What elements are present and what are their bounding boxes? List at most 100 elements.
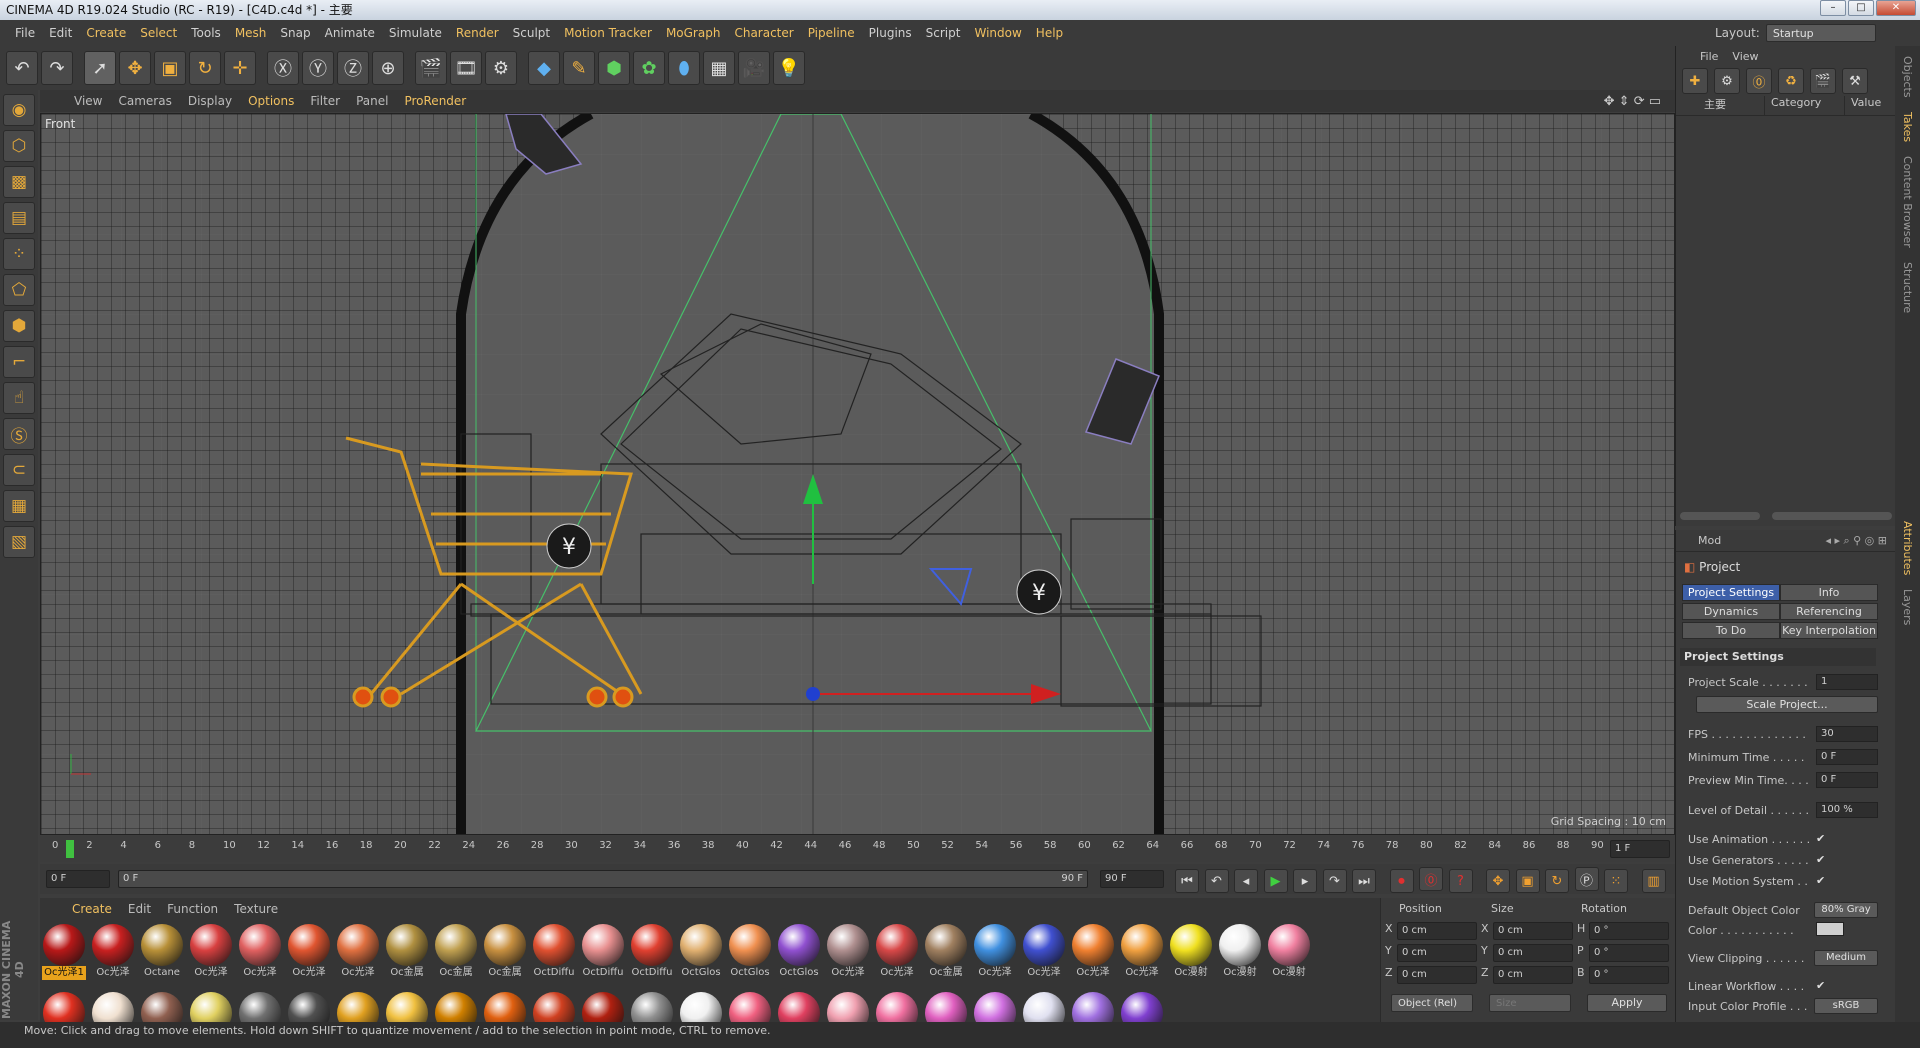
material-swatch[interactable] xyxy=(630,992,674,1022)
side-tab-content-browser[interactable]: Content Browser xyxy=(1901,152,1914,252)
minimize-button[interactable]: – xyxy=(1820,0,1846,16)
use-animation-checkbox[interactable]: ✔ xyxy=(1816,832,1825,845)
material-swatch[interactable]: Oc光泽1 xyxy=(42,924,86,980)
take-settings-icon[interactable]: ⚒ xyxy=(1842,68,1868,94)
material-swatch[interactable]: OctDiffu xyxy=(532,924,576,980)
menu-plugins[interactable]: Plugins xyxy=(862,26,919,40)
take-render-icon[interactable]: 🎬 xyxy=(1810,68,1836,94)
edges-mode-icon[interactable]: ⬠ xyxy=(3,274,35,306)
model-mode-icon[interactable]: ⬡ xyxy=(3,130,35,162)
material-swatch[interactable]: OctGlos xyxy=(777,924,821,980)
menu-create[interactable]: Create xyxy=(79,26,133,40)
tab-referencing[interactable]: Referencing xyxy=(1780,603,1878,620)
z-axis-icon[interactable]: Ⓩ xyxy=(337,51,369,85)
material-swatch[interactable]: Oc光泽 xyxy=(238,924,282,980)
live-selection-icon[interactable]: ➚ xyxy=(84,51,116,85)
redo-icon[interactable]: ↷ xyxy=(41,51,73,85)
use-motion-checkbox[interactable]: ✔ xyxy=(1816,874,1825,887)
next-frame-icon[interactable]: ▸ xyxy=(1293,869,1317,893)
close-button[interactable]: ✕ xyxy=(1876,0,1916,16)
prev-frame-icon[interactable]: ◂ xyxy=(1234,869,1258,893)
render-picture-viewer-icon[interactable]: 🎞 xyxy=(450,51,482,85)
material-swatch[interactable]: Oc光泽 xyxy=(826,924,870,980)
goto-start-icon[interactable]: ⏮ xyxy=(1175,869,1199,893)
tab-info[interactable]: Info xyxy=(1780,584,1878,601)
material-swatch[interactable] xyxy=(140,992,184,1022)
menu-tools[interactable]: Tools xyxy=(184,26,228,40)
prev-key-icon[interactable]: ↶ xyxy=(1204,869,1229,893)
tab-to-do[interactable]: To Do xyxy=(1682,622,1780,639)
material-swatch[interactable] xyxy=(287,992,331,1022)
maximize-button[interactable]: □ xyxy=(1848,0,1874,16)
render-view-icon[interactable]: 🎬 xyxy=(415,51,447,85)
menu-character[interactable]: Character xyxy=(727,26,800,40)
material-swatch[interactable] xyxy=(679,992,723,1022)
material-swatch[interactable]: Oc金属 xyxy=(434,924,478,980)
viewport-menu-panel[interactable]: Panel xyxy=(348,94,396,108)
material-swatch[interactable] xyxy=(189,992,233,1022)
material-swatch[interactable] xyxy=(973,992,1017,1022)
use-generators-checkbox[interactable]: ✔ xyxy=(1816,853,1825,866)
scale-key-icon[interactable]: ▣ xyxy=(1515,869,1540,893)
material-swatch[interactable]: Oc漫射 xyxy=(1267,924,1311,980)
timeline-ruler[interactable]: 0 2 4 6 8 10 12 14 16 18 20 22 24 26 28 30 32 34 36 38 40 42 4… xyxy=(40,836,1675,862)
material-swatch[interactable] xyxy=(434,992,478,1022)
scale-project-button[interactable]: Scale Project... xyxy=(1696,696,1878,713)
rotation-key-icon[interactable]: ↻ xyxy=(1545,869,1569,893)
menu-pipeline[interactable]: Pipeline xyxy=(801,26,862,40)
side-tab-attributes[interactable]: Attributes xyxy=(1901,517,1914,579)
material-swatch[interactable] xyxy=(483,992,527,1022)
material-swatch[interactable]: Oc金属 xyxy=(483,924,527,980)
lock-workplane-icon[interactable]: ▦ xyxy=(3,490,35,522)
magnet-icon[interactable]: ⊂ xyxy=(3,454,35,486)
camera-icon[interactable]: 🎥 xyxy=(738,51,770,85)
rotate-icon[interactable]: ↻ xyxy=(189,51,221,85)
material-menu-function[interactable]: Function xyxy=(159,902,226,916)
material-swatch[interactable] xyxy=(42,992,86,1022)
snap-icon[interactable]: Ⓢ xyxy=(3,418,35,450)
material-swatch[interactable] xyxy=(1022,992,1066,1022)
start-frame-field[interactable]: 0 F xyxy=(46,870,110,888)
menu-window[interactable]: Window xyxy=(967,26,1028,40)
coord-position-field[interactable]: 0 cm xyxy=(1397,922,1477,940)
x-axis-icon[interactable]: Ⓧ xyxy=(267,51,299,85)
scale-icon[interactable]: ▣ xyxy=(154,51,186,85)
viewport-front[interactable]: ¥ ¥ Front Grid Spacing : 10 cm xyxy=(40,113,1675,835)
material-swatch[interactable]: Oc光泽 xyxy=(189,924,233,980)
objects-menu-file[interactable]: File xyxy=(1700,50,1718,63)
coord-size-field[interactable]: 0 cm xyxy=(1493,966,1573,984)
attr-nav-icons[interactable]: ◂ ▸ ⌕ ⚲ ◎ ⊞ xyxy=(1825,534,1887,548)
timeline-window-icon[interactable]: ▥ xyxy=(1641,869,1666,893)
min-time-field[interactable]: 0 F xyxy=(1816,749,1878,765)
material-swatch[interactable] xyxy=(924,992,968,1022)
menu-animate[interactable]: Animate xyxy=(318,26,382,40)
material-swatch[interactable]: Oc光泽 xyxy=(1071,924,1115,980)
material-swatch[interactable] xyxy=(875,992,919,1022)
menu-edit[interactable]: Edit xyxy=(42,26,79,40)
cube-icon[interactable]: ◆ xyxy=(528,51,560,85)
viewport-menu-filter[interactable]: Filter xyxy=(302,94,348,108)
y-axis-icon[interactable]: Ⓨ xyxy=(302,51,334,85)
tab-key-interpolation[interactable]: Key Interpolation xyxy=(1780,622,1878,639)
autokey-icon[interactable]: ⓪ xyxy=(1419,867,1443,891)
coord-mode-dropdown[interactable]: Object (Rel) xyxy=(1391,994,1473,1012)
material-menu-texture[interactable]: Texture xyxy=(226,902,286,916)
objects-menu-view[interactable]: View xyxy=(1732,50,1758,63)
material-swatch[interactable] xyxy=(91,992,135,1022)
side-tab-layers[interactable]: Layers xyxy=(1901,585,1914,629)
deformer-icon[interactable]: ⬮ xyxy=(668,51,700,85)
material-swatch[interactable]: OctDiffu xyxy=(581,924,625,980)
keyframe-selection-icon[interactable]: ? xyxy=(1448,869,1473,893)
tab-dynamics[interactable]: Dynamics xyxy=(1682,603,1780,620)
floor-icon[interactable]: ▦ xyxy=(703,51,735,85)
menu-help[interactable]: Help xyxy=(1029,26,1070,40)
end-frame-field[interactable]: 90 F xyxy=(1100,870,1164,888)
apply-button[interactable]: Apply xyxy=(1587,994,1667,1012)
tab-project-settings[interactable]: Project Settings xyxy=(1682,584,1780,601)
material-swatch[interactable]: Oc光泽 xyxy=(1022,924,1066,980)
viewport-menu-options[interactable]: Options xyxy=(240,94,302,108)
color-profile-dropdown[interactable]: sRGB xyxy=(1814,998,1878,1014)
next-key-icon[interactable]: ↷ xyxy=(1322,869,1347,893)
menu-motion-tracker[interactable]: Motion Tracker xyxy=(557,26,659,40)
make-editable-icon[interactable]: ◉ xyxy=(3,94,35,126)
